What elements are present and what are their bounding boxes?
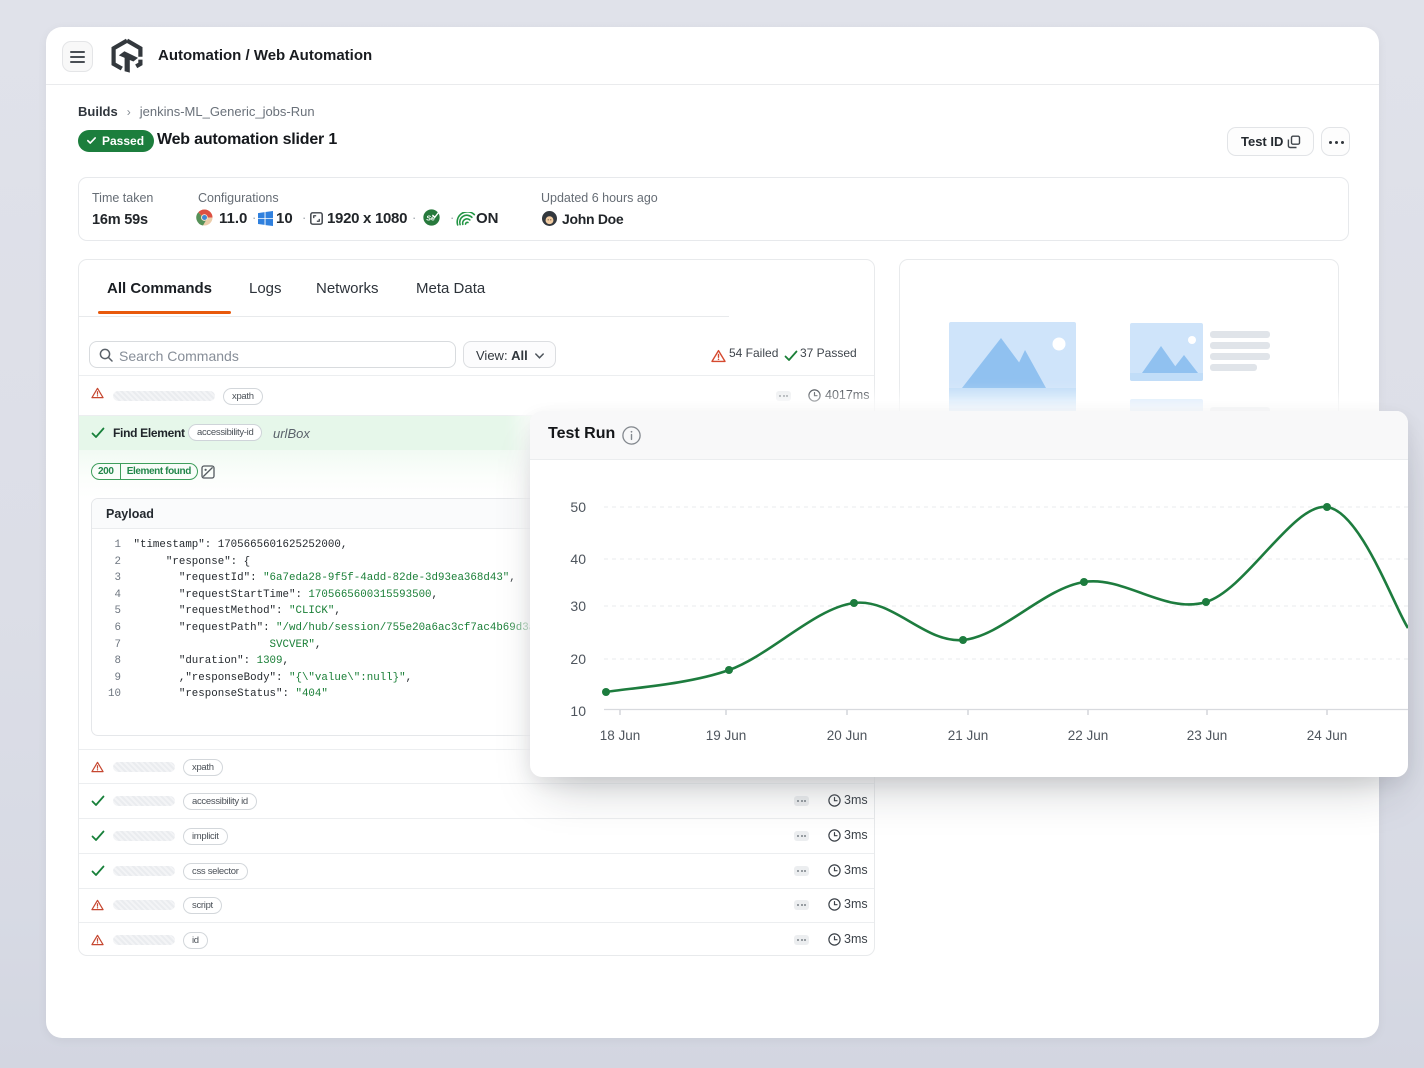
svg-text:18 Jun: 18 Jun (600, 728, 641, 743)
svg-text:21 Jun: 21 Jun (948, 728, 989, 743)
svg-text:30: 30 (570, 598, 586, 614)
svg-text:Se: Se (426, 214, 435, 223)
svg-text:24 Jun: 24 Jun (1307, 728, 1348, 743)
svg-text:23 Jun: 23 Jun (1187, 728, 1228, 743)
svg-text:19 Jun: 19 Jun (706, 728, 747, 743)
svg-text:22 Jun: 22 Jun (1068, 728, 1109, 743)
svg-text:20 Jun: 20 Jun (827, 728, 868, 743)
svg-text:40: 40 (570, 551, 586, 567)
svg-text:10: 10 (570, 703, 586, 719)
svg-text:50: 50 (570, 499, 586, 515)
svg-text:20: 20 (570, 651, 586, 667)
